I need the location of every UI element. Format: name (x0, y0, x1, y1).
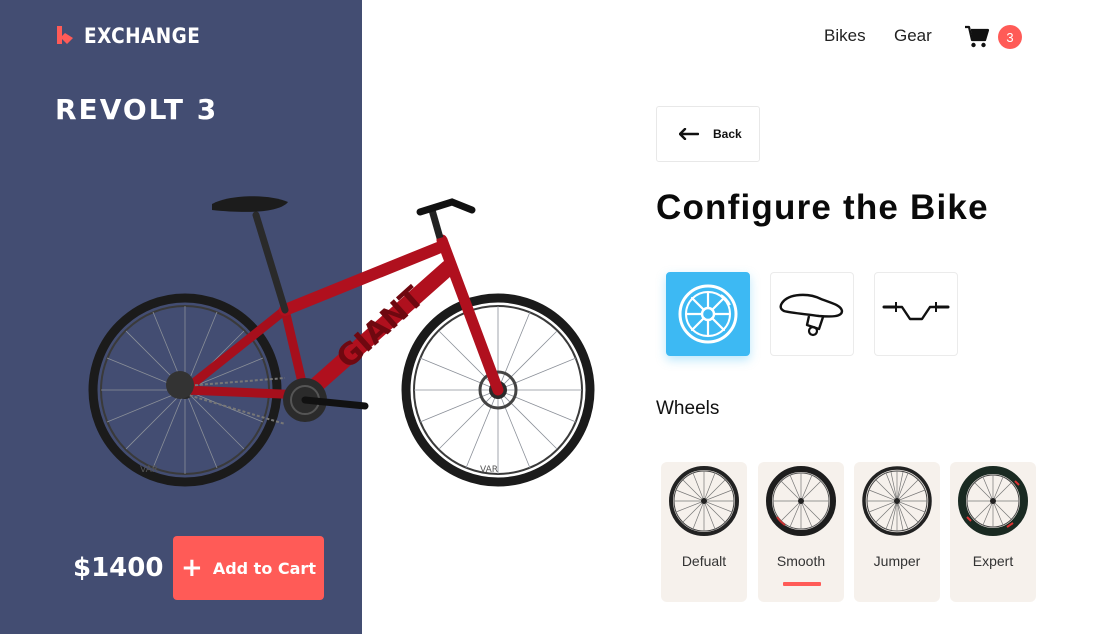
wheel-expert-image (958, 466, 1028, 536)
product-title: REVOLT 3 (55, 93, 219, 126)
brand-logo-icon (57, 26, 73, 44)
arrow-left-icon (679, 128, 699, 140)
back-label: Back (713, 127, 742, 141)
part-tab-handlebar[interactable] (874, 272, 958, 356)
bike-frame: GIANT (180, 198, 504, 403)
price: $1400 (73, 553, 164, 583)
svg-text:VAR: VAR (140, 465, 158, 475)
cart-count-badge: 3 (998, 25, 1022, 49)
add-to-cart-button[interactable]: + Add to Cart (173, 536, 324, 600)
svg-text:VAR: VAR (480, 465, 498, 475)
saddle-icon (779, 293, 844, 337)
wheel-icon (678, 284, 738, 344)
bike-saddle (212, 196, 288, 212)
svg-text:GIANT: GIANT (330, 280, 432, 376)
brand[interactable]: EXCHANGE (54, 24, 216, 48)
part-tab-seat[interactable] (770, 272, 854, 356)
wheel-option-default[interactable]: Defualt (661, 462, 747, 602)
section-label: Wheels (656, 398, 720, 419)
wheel-jumper-image (862, 466, 932, 536)
cart-icon[interactable] (964, 25, 990, 49)
wheel-option-label: Jumper (873, 553, 921, 569)
back-button[interactable]: Back (656, 106, 760, 162)
wheel-default-image (669, 466, 739, 536)
bike-image: VAR VAR GIANT (88, 196, 595, 487)
wheel-option-smooth[interactable]: Smooth (758, 462, 844, 602)
brand-name: EXCHANGE (84, 24, 201, 48)
selected-indicator (783, 582, 821, 586)
plus-icon: + (181, 553, 203, 583)
handlebar-icon (882, 302, 950, 321)
wheel-smooth-image (766, 466, 836, 536)
wheel-option-label: Smooth (776, 553, 826, 569)
nav-bikes[interactable]: Bikes (824, 26, 866, 46)
page-title: Configure the Bike (656, 188, 989, 227)
part-tab-wheels[interactable] (666, 272, 750, 356)
add-to-cart-label: Add to Cart (212, 558, 316, 578)
wheel-option-label: Defualt (681, 553, 727, 569)
wheel-option-label: Expert (972, 553, 1014, 569)
wheel-option-jumper[interactable]: Jumper (854, 462, 940, 602)
nav-gear[interactable]: Gear (894, 26, 932, 46)
wheel-option-expert[interactable]: Expert (950, 462, 1036, 602)
